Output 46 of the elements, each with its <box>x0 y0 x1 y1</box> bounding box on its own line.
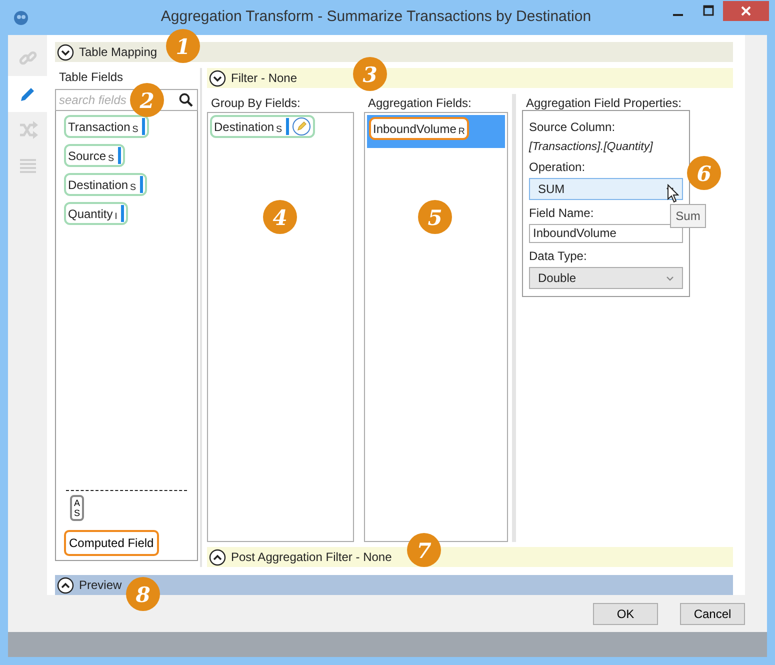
field-chip[interactable]: InboundVolume $_{R}$ <box>369 117 469 140</box>
section-title: Table Mapping <box>79 44 158 61</box>
close-icon <box>741 6 751 16</box>
search-icon[interactable] <box>179 93 193 107</box>
panel-label: Aggregation Fields: <box>367 95 472 112</box>
panel-label: Group By Fields: <box>210 95 302 112</box>
window-title: Aggregation Transform - Summarize Transactions by Destination <box>160 7 592 28</box>
field-label: Source Column: <box>529 119 616 136</box>
shuffle-icon <box>18 121 38 139</box>
source-column-value: [Transactions].[Quantity] <box>529 140 654 155</box>
panel-label: Aggregation Field Properties: <box>525 95 682 112</box>
app-icon <box>13 10 29 26</box>
caret-icon <box>666 276 674 281</box>
field-chip[interactable]: Source $_{S}$ <box>64 144 126 167</box>
operation-select[interactable]: SUM <box>529 178 683 200</box>
close-button[interactable] <box>723 0 769 20</box>
pencil-icon <box>18 85 36 103</box>
tool-tab[interactable] <box>8 76 47 112</box>
pencil-icon <box>292 117 312 136</box>
section-title: Post Aggregation Filter - None <box>231 549 392 566</box>
field-chip[interactable]: Transaction $_{S}$ <box>64 115 150 138</box>
field-label: Operation: <box>529 159 586 176</box>
section-title: Filter - None <box>231 70 298 87</box>
field-label: Data Type: <box>529 248 588 266</box>
chevron-icon[interactable] <box>209 548 226 566</box>
list-row[interactable]: InboundVolume $_{R}$ <box>367 115 505 148</box>
field-chip[interactable]: Quantity $_{I}$ <box>64 202 128 225</box>
chevron-icon[interactable] <box>57 576 74 594</box>
maximize-icon <box>702 5 714 16</box>
tooltip: Sum <box>670 204 706 228</box>
field-chip[interactable]: Destination $_{S}$ <box>64 173 148 196</box>
minimize-icon <box>673 14 683 16</box>
sort-button[interactable]: A S <box>70 495 84 521</box>
input-field[interactable]: InboundVolume <box>529 224 683 244</box>
dialog-button[interactable]: OK <box>593 602 658 624</box>
data-type-select[interactable]: Double <box>529 267 683 290</box>
list-icon <box>18 157 36 175</box>
dialog-button[interactable]: Cancel <box>680 602 745 624</box>
panel-label: Table Fields <box>58 69 124 86</box>
cursor-icon <box>667 184 679 203</box>
chevron-icon[interactable] <box>57 44 74 60</box>
chevron-icon[interactable] <box>209 70 226 86</box>
edit-button[interactable] <box>292 117 312 136</box>
field-chip[interactable]: Destination $_{S}$ <box>210 115 316 138</box>
computed-field-button[interactable]: Computed Field <box>64 530 159 556</box>
section-title: Preview <box>79 577 122 594</box>
